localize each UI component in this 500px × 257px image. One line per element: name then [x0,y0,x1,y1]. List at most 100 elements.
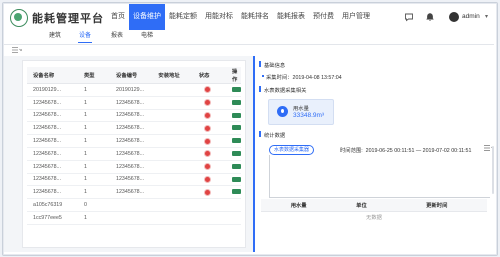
cell-install-address [152,134,193,148]
edit-button[interactable] [232,86,241,92]
table-row[interactable]: 12345678... 1 12345678... [27,185,241,200]
collect-time-label: 采集时间： [266,75,293,81]
cell-install-address [152,173,193,187]
message-icon[interactable] [404,12,414,22]
nav-item-home[interactable]: 首页 [107,4,129,30]
status-indicator-icon [203,175,211,183]
table-row[interactable]: a105c76319 0 [27,198,241,212]
stats-title: 统计数据 [264,133,286,139]
edit-button[interactable] [232,99,241,105]
edit-button[interactable] [232,150,241,156]
cell-status [192,185,226,200]
cell-type: 1 [77,211,111,225]
status-indicator-icon [203,124,211,132]
cell-device-no [110,198,153,212]
nav-item-energy-quota[interactable]: 能耗定额 [165,4,201,30]
avatar-icon[interactable] [449,12,459,22]
cell-type: 1 [77,121,111,136]
status-indicator-icon [203,86,211,94]
cell-install-address [152,160,193,174]
nav-item-prepaid[interactable]: 预付费 [309,4,338,30]
table-row[interactable]: 12345678... 1 12345678... [27,160,241,174]
cell-action [226,211,241,225]
cell-device-name: 12345678... [27,134,78,148]
cell-install-address [152,147,193,161]
status-indicator-icon [203,163,211,171]
cell-status [192,83,226,97]
cell-install-address [152,121,193,136]
cell-device-name: 12345678... [27,185,78,200]
cell-action [226,121,241,136]
water-section-title: 水表数据采集相关 [264,88,307,94]
cell-type: 1 [77,185,111,200]
cell-type: 1 [77,147,111,161]
section-marker [259,131,261,137]
chevron-down-icon[interactable]: ▾ [485,13,488,20]
cell-device-no: 20190129... [110,83,153,97]
cell-type: 0 [77,198,111,212]
cell-device-no: 12345678... [110,134,153,148]
cell-device-name: 1cc977eee5 [27,211,78,225]
cell-action [226,185,241,200]
tab-report[interactable]: 报表 [111,31,123,41]
active-tab-indicator [78,42,92,43]
vertical-scrollbar[interactable] [492,146,494,194]
col-status[interactable]: 状态 [192,67,226,84]
status-indicator-icon [203,150,211,158]
col-unit: 单位 [336,199,387,212]
water-drop-icon [277,106,288,117]
cell-install-address [152,83,193,97]
col-action[interactable]: 操作 [226,67,241,84]
cell-install-address [152,109,193,123]
user-name[interactable]: admin [462,13,480,20]
edit-button[interactable] [232,125,241,131]
cell-type: 1 [77,109,111,123]
time-range[interactable]: 时间范围: 2019-06-25 00:11:51 — 2019-07-02 0… [340,146,471,154]
cell-action [226,134,241,148]
table-row[interactable]: 12345678... 1 12345678... [27,173,241,187]
tab-building[interactable]: 建筑 [49,31,61,41]
device-list-panel: 设备名称 类型 设备编号 安装地址 状态 操作 20190129... 1 2019… [22,60,246,248]
edit-button[interactable] [232,163,241,169]
cell-device-no: 12345678... [110,173,153,187]
nav-item-energy-ranking[interactable]: 能耗排名 [237,4,273,30]
col-update-time: 更新时间 [386,199,487,212]
col-type[interactable]: 类型 [77,67,111,84]
cell-action [226,83,241,97]
col-device-no[interactable]: 设备编号 [110,67,153,84]
tab-elevator[interactable]: 电梯 [141,31,153,41]
stats-chart [269,155,490,198]
cell-action [226,160,241,174]
nav-item-user-management[interactable]: 用户管理 [338,4,374,30]
nav-item-device-maintenance[interactable]: 设备维护 [129,4,165,30]
edit-button[interactable] [232,138,241,144]
table-row[interactable]: 1cc977eee5 1 [27,211,241,225]
tab-device[interactable]: 设备 [79,31,91,41]
table-row[interactable]: 12345678... 1 12345678... [27,134,241,148]
edit-button[interactable] [232,189,241,195]
edit-button[interactable] [232,112,241,118]
cell-action [226,109,241,123]
col-device-name[interactable]: 设备名称 [27,67,78,84]
table-row[interactable]: 12345678... 1 12345678... [27,147,241,161]
collector-tag[interactable]: 水表数据采集器 [269,145,315,155]
cell-action [226,96,241,110]
bell-icon[interactable] [425,12,435,22]
table-row[interactable]: 12345678... 1 12345678... [27,121,241,136]
table-row[interactable]: 12345678... 1 12345678... [27,96,241,110]
water-usage-card: 用水量 33348.9m³ [268,99,334,125]
table-row[interactable]: 12345678... 1 12345678... [27,109,241,123]
edit-button[interactable] [232,176,241,182]
nav-item-energy-benchmark[interactable]: 用能对标 [201,4,237,30]
cell-status [192,198,226,212]
app-title: 能耗管理平台 [32,13,104,25]
cell-install-address [152,185,193,200]
status-indicator-icon [203,137,211,145]
section-marker [259,61,261,67]
cell-type: 1 [77,160,111,174]
col-install-address[interactable]: 安装地址 [152,67,193,84]
menu-toggle-icon[interactable] [12,47,23,55]
nav-item-energy-report[interactable]: 能耗报表 [273,4,309,30]
table-row[interactable]: 20190129... 1 20190129... [27,83,241,97]
cell-device-no: 12345678... [110,109,153,123]
